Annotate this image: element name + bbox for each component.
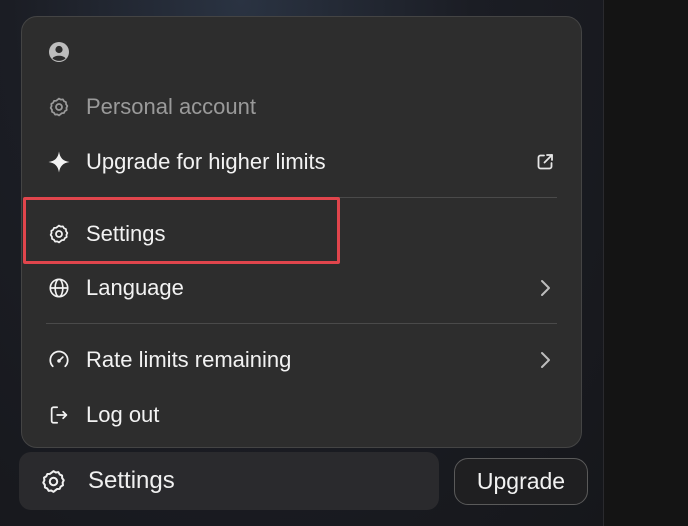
user-avatar-icon	[47, 40, 71, 64]
rate-limits-label: Rate limits remaining	[86, 347, 292, 372]
settings-item[interactable]: Settings	[22, 212, 581, 256]
gear-icon	[47, 222, 71, 246]
settings-label: Settings	[86, 221, 166, 246]
rate-limits-item[interactable]: Rate limits remaining	[22, 338, 581, 382]
upgrade-item[interactable]: Upgrade for higher limits	[22, 140, 581, 184]
gear-icon	[39, 467, 67, 495]
gauge-icon	[47, 348, 71, 372]
sidebar-settings-label: Settings	[88, 467, 175, 494]
upgrade-button[interactable]: Upgrade	[454, 458, 588, 505]
sidebar-settings-button[interactable]: Settings	[19, 452, 439, 510]
logout-label: Log out	[86, 402, 160, 427]
menu-divider	[46, 197, 557, 198]
user-avatar-row	[22, 30, 581, 74]
chevron-right-icon	[533, 276, 557, 300]
external-link-icon	[533, 150, 557, 174]
upgrade-label: Upgrade for higher limits	[86, 149, 326, 174]
personal-account-item: Personal account	[22, 85, 581, 129]
sparkle-icon	[47, 150, 71, 174]
logout-icon	[47, 403, 71, 427]
main-pane	[604, 0, 688, 526]
globe-icon	[47, 276, 71, 300]
chevron-right-icon	[533, 348, 557, 372]
gear-icon	[47, 95, 71, 119]
logout-item[interactable]: Log out	[22, 393, 581, 437]
language-label: Language	[86, 275, 184, 300]
personal-account-label: Personal account	[86, 94, 256, 119]
menu-divider	[46, 323, 557, 324]
language-item[interactable]: Language	[22, 266, 581, 310]
account-menu: Personal account Upgrade for higher limi…	[21, 16, 582, 448]
